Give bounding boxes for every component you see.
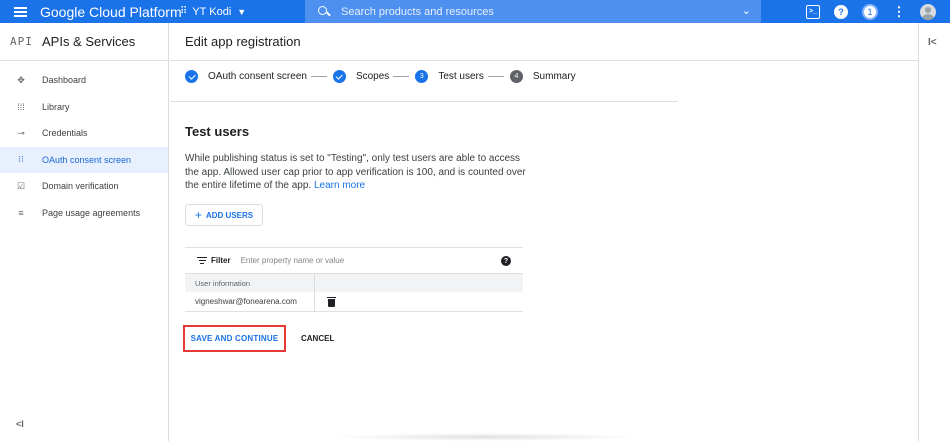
platform-title[interactable]: Google Cloud Platform [40, 4, 182, 20]
sidebar: API APIs & Services ✥ Dashboard ⁞⁞⁞ Libr… [0, 23, 169, 441]
cloud-shell-icon[interactable]: >_ [806, 4, 820, 19]
collapse-sidebar-icon[interactable]: <I [16, 419, 24, 429]
cancel-button[interactable]: CANCEL [301, 334, 334, 343]
bottom-shadow [330, 433, 640, 441]
sidebar-item-oauth-consent-screen[interactable]: ⁝⁝ OAuth consent screen [0, 146, 168, 173]
sidebar-item-dashboard[interactable]: ✥ Dashboard [0, 67, 168, 94]
sidebar-item-page-usage-agreements[interactable]: ≡ Page usage agreements [0, 200, 168, 227]
dashboard-icon: ✥ [17, 74, 25, 85]
expand-panel-icon[interactable]: I< [928, 37, 937, 48]
right-panel: I< [918, 23, 950, 441]
save-and-continue-label: SAVE AND CONTINUE [190, 334, 279, 343]
user-email-cell: vigneshwar@fonearena.com [185, 291, 315, 312]
search-placeholder[interactable]: Search products and resources [341, 6, 494, 18]
learn-more-link[interactable]: Learn more [314, 180, 365, 191]
sidebar-item-label: Page usage agreements [42, 207, 141, 218]
top-app-bar: Google Cloud Platform ⠿ YT Kodi ▼ Search… [0, 0, 950, 23]
project-selector[interactable]: ⠿ YT Kodi ▼ [180, 6, 300, 18]
step-connector [487, 76, 504, 77]
search-icon [317, 5, 331, 19]
step-label: Scopes [355, 71, 390, 82]
consent-icon: ⁝⁝ [18, 154, 24, 165]
step-summary[interactable]: 4 Summary [509, 70, 576, 83]
sidebar-item-label: Domain verification [42, 181, 119, 192]
filter-bar[interactable]: Filter Enter property name or value ? [185, 247, 523, 273]
add-users-button[interactable]: + ADD USERS [185, 204, 263, 226]
sidebar-item-label: Credentials [42, 128, 88, 139]
table-header: User information [185, 273, 523, 293]
key-icon: ⊸ [17, 127, 25, 138]
filter-input[interactable]: Enter property name or value [241, 256, 345, 265]
sidebar-nav: ✥ Dashboard ⁞⁞⁞ Library ⊸ Credentials ⁝⁝… [0, 67, 168, 226]
check-icon [185, 70, 198, 83]
step-label: OAuth consent screen [208, 71, 307, 82]
section-title: Test users [185, 124, 250, 139]
hamburger-menu-icon[interactable] [0, 0, 40, 23]
column-header-user-information[interactable]: User information [185, 273, 315, 293]
add-users-label: ADD USERS [205, 210, 254, 220]
save-and-continue-button[interactable]: SAVE AND CONTINUE [183, 325, 286, 352]
chevron-down-icon[interactable]: ⌄ [742, 4, 751, 17]
step-label: Test users [438, 71, 484, 82]
caret-down-icon: ▼ [237, 6, 247, 17]
sidebar-title: APIs & Services [42, 34, 136, 49]
sidebar-item-label: OAuth consent screen [42, 154, 132, 165]
test-users-table: Filter Enter property name or value ? Us… [185, 247, 523, 312]
sidebar-item-label: Dashboard [42, 75, 87, 86]
project-name: YT Kodi [192, 5, 232, 18]
stepper: OAuth consent screen Scopes 3 Test users… [185, 70, 576, 83]
table-row: vigneshwar@fonearena.com [185, 291, 523, 312]
notification-badge[interactable]: 1 [862, 3, 878, 20]
sidebar-item-credentials[interactable]: ⊸ Credentials [0, 120, 168, 147]
main-content: Edit app registration OAuth consent scre… [170, 23, 918, 441]
step-label: Summary [532, 71, 576, 82]
project-dots-icon: ⠿ [180, 6, 187, 17]
sidebar-item-label: Library [42, 101, 70, 112]
description: While publishing status is set to "Testi… [185, 152, 530, 193]
filter-label: Filter [211, 256, 231, 265]
sidebar-header: API APIs & Services [0, 23, 168, 61]
step-oauth-consent-screen[interactable]: OAuth consent screen [185, 70, 307, 83]
help-icon[interactable]: ? [834, 4, 848, 19]
step-connector [310, 76, 327, 77]
check-icon [332, 70, 346, 83]
step-connector [393, 76, 410, 77]
search-bar[interactable]: Search products and resources ⌄ [305, 0, 761, 23]
library-icon: ⁞⁞⁞ [17, 101, 25, 112]
filter-icon [197, 257, 207, 264]
avatar[interactable] [920, 3, 936, 20]
help-icon[interactable]: ? [501, 256, 511, 266]
divider [170, 101, 678, 102]
step-number: 3 [415, 70, 429, 83]
more-options-icon[interactable]: ⋮ [892, 4, 906, 19]
sidebar-item-domain-verification[interactable]: ☑ Domain verification [0, 173, 168, 200]
step-test-users[interactable]: 3 Test users [415, 70, 484, 83]
domain-icon: ☑ [16, 180, 26, 191]
settings-list-icon: ≡ [18, 207, 24, 218]
api-logo: API [10, 35, 33, 48]
step-scopes[interactable]: Scopes [332, 70, 390, 83]
page-title: Edit app registration [170, 23, 918, 61]
step-number: 4 [509, 70, 523, 83]
delete-icon[interactable] [327, 296, 336, 307]
sidebar-item-library[interactable]: ⁞⁞⁞ Library [0, 94, 168, 121]
plus-icon: + [194, 207, 202, 222]
